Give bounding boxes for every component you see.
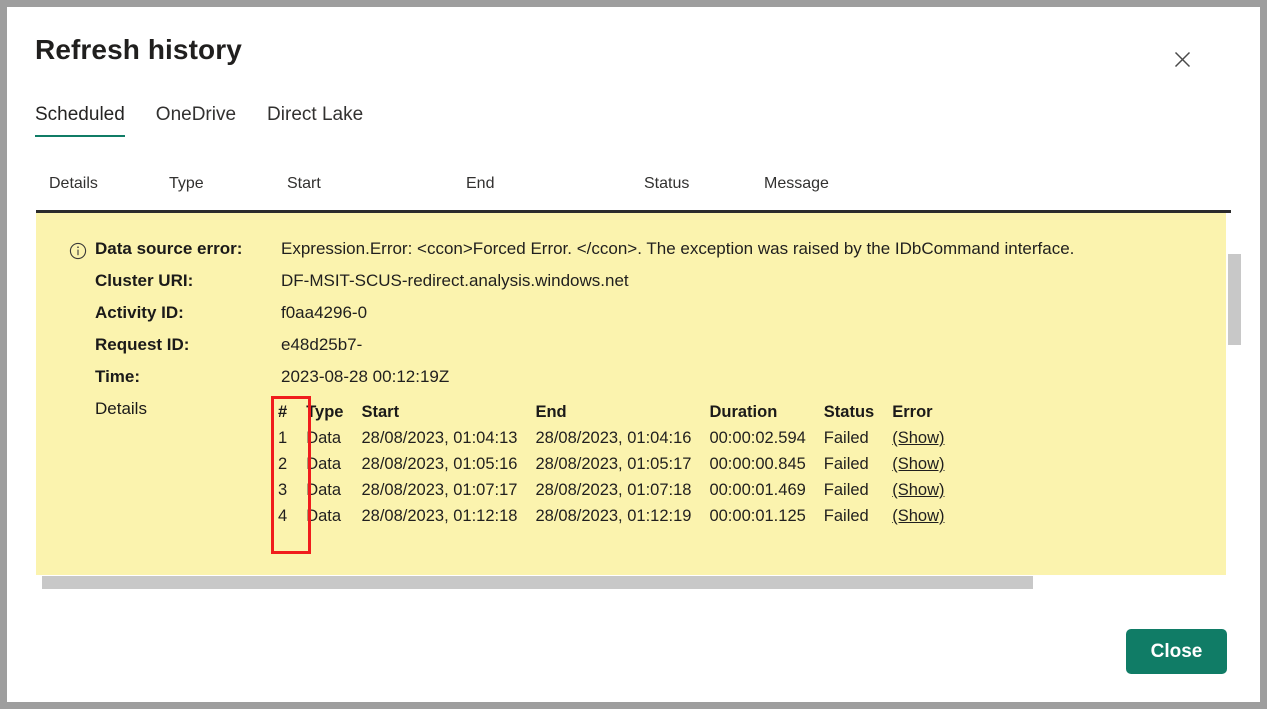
cell-error: (Show): [883, 428, 953, 454]
field-label: Cluster URI:: [95, 271, 194, 290]
table-column-headers: Details Type Start End Status Message: [7, 175, 1260, 211]
cell-duration: 00:00:00.845: [709, 455, 806, 473]
cell-error: (Show): [883, 454, 953, 480]
cell-number: 3: [278, 481, 288, 499]
show-error-link[interactable]: (Show): [892, 429, 944, 447]
close-button[interactable]: Close: [1126, 629, 1227, 674]
cell-status: Failed: [823, 429, 869, 447]
tab-direct-lake[interactable]: Direct Lake: [267, 104, 363, 137]
cell-type: Data: [306, 455, 342, 473]
cell-duration: 00:00:01.125: [709, 507, 806, 525]
header-start: Start: [361, 403, 400, 421]
column-header-end: End: [466, 175, 495, 192]
column-header-status: Status: [644, 175, 690, 192]
table-row: 4 Data 28/08/2023, 01:12:18 28/08/2023, …: [274, 506, 954, 532]
vertical-scrollbar-thumb[interactable]: [1228, 254, 1241, 345]
cell-type: Data: [306, 481, 342, 499]
cell-end: 28/08/2023, 01:12:19: [535, 507, 692, 525]
cell-type: Data: [306, 429, 342, 447]
cell-status: Failed: [823, 507, 869, 525]
field-value: 2023-08-28 00:12:19Z: [281, 367, 450, 386]
cell-error: (Show): [883, 480, 953, 506]
header-duration: Duration: [709, 403, 778, 421]
field-value: Expression.Error: <ccon>Forced Error. </…: [281, 239, 1075, 258]
header-type: Type: [306, 403, 344, 421]
show-error-link[interactable]: (Show): [892, 507, 944, 525]
field-label: Activity ID:: [95, 303, 184, 322]
cell-duration: 00:00:01.469: [709, 481, 806, 499]
cell-end: 28/08/2023, 01:07:18: [535, 481, 692, 499]
cell-duration: 00:00:02.594: [709, 429, 806, 447]
vertical-scrollbar[interactable]: [1226, 213, 1243, 575]
header-error: Error: [892, 403, 933, 421]
table-row: 3 Data 28/08/2023, 01:07:17 28/08/2023, …: [274, 480, 954, 506]
header-number: #: [278, 403, 288, 421]
cell-start: 28/08/2023, 01:07:17: [361, 481, 518, 499]
horizontal-scrollbar-thumb[interactable]: [42, 576, 1033, 589]
page-title: Refresh history: [35, 34, 242, 65]
cell-end: 28/08/2023, 01:04:16: [535, 429, 692, 447]
cell-status: Failed: [823, 455, 869, 473]
refresh-history-dialog: Refresh history Scheduled OneDrive Direc…: [7, 7, 1260, 702]
tab-onedrive[interactable]: OneDrive: [156, 104, 236, 137]
cell-start: 28/08/2023, 01:05:16: [361, 455, 518, 473]
table-row: 1 Data 28/08/2023, 01:04:13 28/08/2023, …: [274, 428, 954, 454]
cell-status: Failed: [823, 481, 869, 499]
dialog-header: Refresh history: [7, 7, 1260, 99]
close-x-icon[interactable]: [1163, 40, 1201, 78]
field-label: Data source error:: [95, 239, 243, 258]
field-value: e48d25b7-: [281, 335, 363, 354]
cell-number: 1: [278, 429, 288, 447]
header-end: End: [535, 403, 567, 421]
cell-start: 28/08/2023, 01:04:13: [361, 429, 518, 447]
cell-number: 4: [278, 507, 288, 525]
table-header-row: # Type Start End Duration Status Error: [274, 403, 954, 428]
horizontal-scrollbar[interactable]: [36, 576, 1231, 590]
cell-start: 28/08/2023, 01:12:18: [361, 507, 518, 525]
error-detail-content: Data source error: Expression.Error: <cc…: [36, 213, 1231, 575]
column-header-type: Type: [169, 175, 204, 192]
refresh-attempts-table: # Type Start End Duration Status Error 1…: [274, 403, 954, 532]
cell-type: Data: [306, 507, 342, 525]
header-status: Status: [823, 403, 875, 421]
show-error-link[interactable]: (Show): [892, 481, 944, 499]
tab-scheduled[interactable]: Scheduled: [35, 104, 125, 137]
cell-error: (Show): [883, 506, 953, 532]
field-label: Details: [95, 399, 147, 418]
field-value: f0aa4296-0: [281, 303, 368, 322]
field-label: Time:: [95, 367, 141, 386]
cell-number: 2: [278, 455, 288, 473]
tab-bar: Scheduled OneDrive Direct Lake: [35, 104, 394, 144]
show-error-link[interactable]: (Show): [892, 455, 944, 473]
info-circle-icon: [69, 242, 87, 260]
column-header-details: Details: [49, 175, 98, 192]
error-detail-panel: Data source error: Expression.Error: <cc…: [36, 210, 1231, 575]
column-header-start: Start: [287, 175, 321, 192]
field-value: DF-MSIT-SCUS-redirect.analysis.windows.n…: [281, 271, 629, 290]
table-row: 2 Data 28/08/2023, 01:05:16 28/08/2023, …: [274, 454, 954, 480]
column-header-message: Message: [764, 175, 829, 192]
field-label: Request ID:: [95, 335, 190, 354]
cell-end: 28/08/2023, 01:05:17: [535, 455, 692, 473]
